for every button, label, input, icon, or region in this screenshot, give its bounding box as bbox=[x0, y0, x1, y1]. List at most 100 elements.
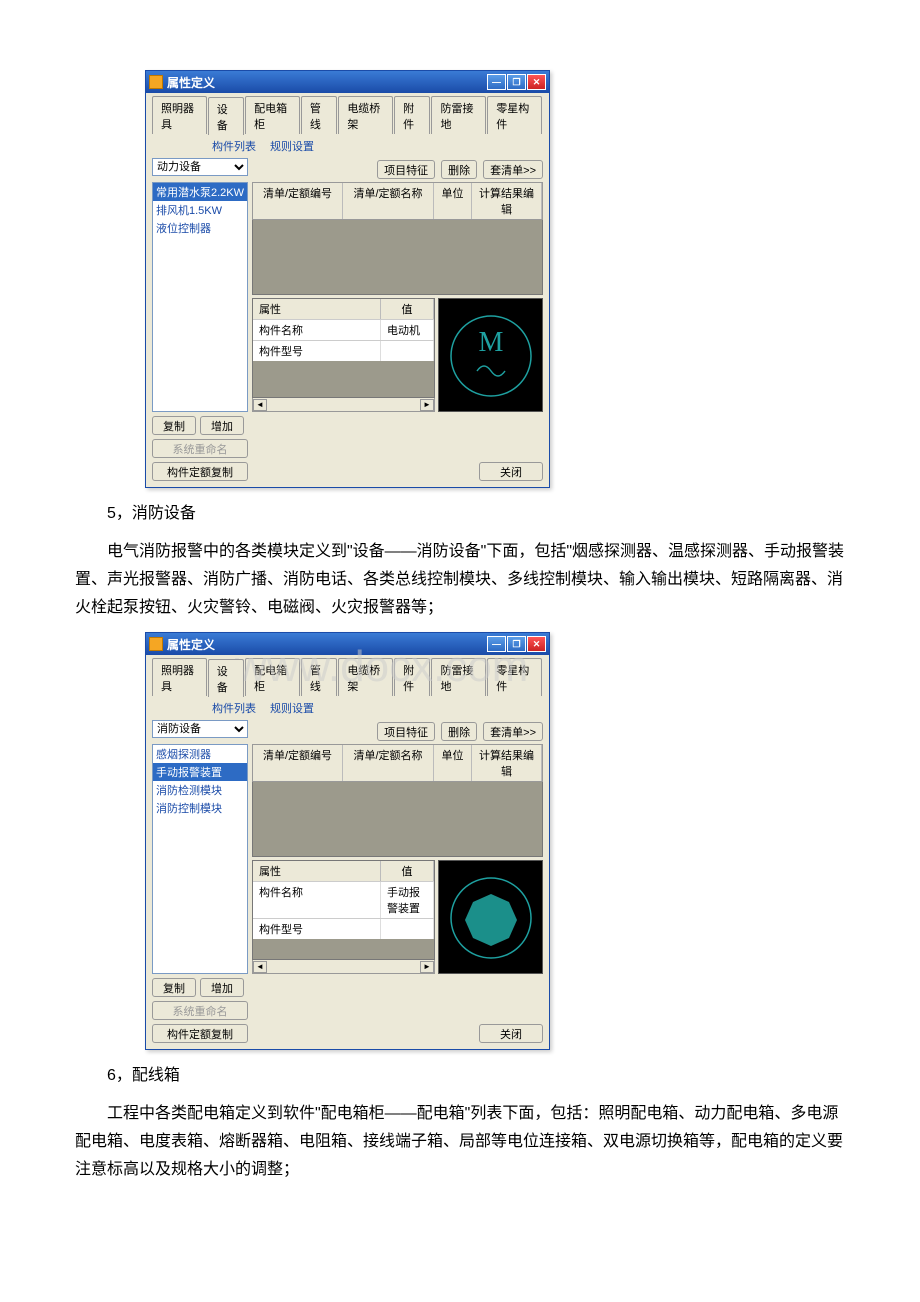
title-bar[interactable]: 属性定义 — ❐ ✕ bbox=[146, 633, 549, 655]
dialog-body: 照明器具 设备 配电箱柜 管线 电缆桥架 附件 防雷接地 零星构件 构件列表 规… bbox=[146, 93, 549, 487]
copy-button[interactable]: 复制 bbox=[152, 978, 196, 997]
preview-pane bbox=[438, 860, 543, 974]
component-copy-button[interactable]: 构件定额复制 bbox=[152, 462, 248, 481]
app-icon bbox=[149, 637, 163, 651]
property-grid[interactable]: 属性 值 构件名称 手动报警装置 构件型号 bbox=[252, 860, 435, 960]
prop-row: 构件名称 手动报警装置 bbox=[253, 881, 434, 918]
motor-icon: M bbox=[439, 299, 544, 413]
col-unit: 单位 bbox=[434, 745, 472, 781]
sublabel-rules[interactable]: 规则设置 bbox=[270, 700, 314, 716]
component-list[interactable]: 常用潜水泵2.2KW 排风机1.5KW 液位控制器 bbox=[152, 182, 248, 412]
close-button[interactable]: ✕ bbox=[527, 74, 546, 90]
project-feature-button[interactable]: 项目特征 bbox=[377, 160, 435, 179]
prop-col-attr: 属性 bbox=[253, 861, 381, 881]
list-item[interactable]: 液位控制器 bbox=[153, 219, 247, 237]
tab-lightning[interactable]: 防雷接地 bbox=[431, 96, 486, 134]
add-button[interactable]: 增加 bbox=[200, 416, 244, 435]
delete-button[interactable]: 删除 bbox=[441, 160, 477, 179]
section-heading-5: 5，消防设备 bbox=[75, 500, 845, 528]
dialog-body: 照明器具 设备 配电箱柜 管线 电缆桥架 附件 防雷接地 零星构件 构件列表 规… bbox=[146, 655, 549, 1049]
preview-pane: M bbox=[438, 298, 543, 412]
close-dialog-button[interactable]: 关闭 bbox=[479, 462, 543, 481]
window-title: 属性定义 bbox=[167, 636, 215, 653]
maximize-button[interactable]: ❐ bbox=[507, 74, 526, 90]
prop-row: 构件型号 bbox=[253, 340, 434, 361]
main-tabs: 照明器具 设备 配电箱柜 管线 电缆桥架 附件 防雷接地 零星构件 bbox=[152, 658, 543, 696]
list-item[interactable]: 消防检测模块 bbox=[153, 781, 247, 799]
minimize-button[interactable]: — bbox=[487, 74, 506, 90]
tab-accessory[interactable]: 附件 bbox=[394, 96, 430, 134]
rename-button: 系统重命名 bbox=[152, 1001, 248, 1020]
sublabel-list[interactable]: 构件列表 bbox=[212, 700, 256, 716]
minimize-button[interactable]: — bbox=[487, 636, 506, 652]
rename-button: 系统重命名 bbox=[152, 439, 248, 458]
tab-lighting[interactable]: 照明器具 bbox=[152, 96, 207, 134]
svg-text:M: M bbox=[479, 327, 504, 358]
sub-row: 构件列表 规则设置 bbox=[212, 700, 543, 716]
app-icon bbox=[149, 75, 163, 89]
section-heading-6: 6，配线箱 bbox=[75, 1062, 845, 1090]
list-item[interactable]: 消防控制模块 bbox=[153, 799, 247, 817]
list-item[interactable]: 排风机1.5KW bbox=[153, 201, 247, 219]
col-name: 清单/定额名称 bbox=[343, 183, 434, 219]
category-select[interactable]: 消防设备 bbox=[152, 720, 248, 738]
tab-lightning[interactable]: 防雷接地 bbox=[431, 658, 486, 696]
tab-tray[interactable]: 电缆桥架 bbox=[338, 96, 393, 134]
main-tabs: 照明器具 设备 配电箱柜 管线 电缆桥架 附件 防雷接地 零星构件 bbox=[152, 96, 543, 134]
close-dialog-button[interactable]: 关闭 bbox=[479, 1024, 543, 1043]
grid-header: 清单/定额编号 清单/定额名称 单位 计算结果编辑 bbox=[252, 182, 543, 220]
title-bar[interactable]: 属性定义 — ❐ ✕ bbox=[146, 71, 549, 93]
component-list[interactable]: 感烟探测器 手动报警装置 消防检测模块 消防控制模块 bbox=[152, 744, 248, 974]
grid-body[interactable] bbox=[252, 220, 543, 295]
tab-device[interactable]: 设备 bbox=[208, 97, 244, 135]
prop-col-val: 值 bbox=[381, 861, 434, 881]
prop-col-attr: 属性 bbox=[253, 299, 381, 319]
maximize-button[interactable]: ❐ bbox=[507, 636, 526, 652]
dialog-1: 属性定义 — ❐ ✕ 照明器具 设备 配电箱柜 管线 电缆桥架 附件 防雷接地 … bbox=[145, 70, 550, 488]
category-select[interactable]: 动力设备 bbox=[152, 158, 248, 176]
tab-misc[interactable]: 零星构件 bbox=[487, 96, 542, 134]
h-scrollbar[interactable]: ◄► bbox=[252, 960, 435, 974]
grid-header: 清单/定额编号 清单/定额名称 单位 计算结果编辑 bbox=[252, 744, 543, 782]
close-button[interactable]: ✕ bbox=[527, 636, 546, 652]
project-feature-button[interactable]: 项目特征 bbox=[377, 722, 435, 741]
col-code: 清单/定额编号 bbox=[253, 745, 343, 781]
add-button[interactable]: 增加 bbox=[200, 978, 244, 997]
alarm-icon bbox=[439, 861, 544, 975]
tab-tray[interactable]: 电缆桥架 bbox=[338, 658, 393, 696]
property-grid[interactable]: 属性 值 构件名称 电动机 构件型号 bbox=[252, 298, 435, 398]
component-copy-button[interactable]: 构件定额复制 bbox=[152, 1024, 248, 1043]
list-item[interactable]: 手动报警装置 bbox=[153, 763, 247, 781]
tab-conduit[interactable]: 管线 bbox=[301, 96, 337, 134]
col-name: 清单/定额名称 bbox=[343, 745, 434, 781]
full-list-button[interactable]: 套清单>> bbox=[483, 722, 543, 741]
prop-row: 构件型号 bbox=[253, 918, 434, 939]
col-code: 清单/定额编号 bbox=[253, 183, 343, 219]
tab-conduit[interactable]: 管线 bbox=[301, 658, 337, 696]
tab-cabinet[interactable]: 配电箱柜 bbox=[245, 658, 300, 696]
h-scrollbar[interactable]: ◄► bbox=[252, 398, 435, 412]
sublabel-rules[interactable]: 规则设置 bbox=[270, 138, 314, 154]
copy-button[interactable]: 复制 bbox=[152, 416, 196, 435]
prop-row: 构件名称 电动机 bbox=[253, 319, 434, 340]
tab-cabinet[interactable]: 配电箱柜 bbox=[245, 96, 300, 134]
list-item[interactable]: 常用潜水泵2.2KW bbox=[153, 183, 247, 201]
col-calc: 计算结果编辑 bbox=[472, 745, 542, 781]
col-calc: 计算结果编辑 bbox=[472, 183, 542, 219]
paragraph-5: 电气消防报警中的各类模块定义到"设备——消防设备"下面，包括"烟感探测器、温感探… bbox=[75, 538, 845, 622]
window-title: 属性定义 bbox=[167, 74, 215, 91]
list-item[interactable]: 感烟探测器 bbox=[153, 745, 247, 763]
paragraph-6: 工程中各类配电箱定义到软件"配电箱柜——配电箱"列表下面，包括：照明配电箱、动力… bbox=[75, 1100, 845, 1184]
grid-body[interactable] bbox=[252, 782, 543, 857]
full-list-button[interactable]: 套清单>> bbox=[483, 160, 543, 179]
tab-lighting[interactable]: 照明器具 bbox=[152, 658, 207, 696]
col-unit: 单位 bbox=[434, 183, 472, 219]
sub-row: 构件列表 规则设置 bbox=[212, 138, 543, 154]
delete-button[interactable]: 删除 bbox=[441, 722, 477, 741]
sublabel-list[interactable]: 构件列表 bbox=[212, 138, 256, 154]
tab-accessory[interactable]: 附件 bbox=[394, 658, 430, 696]
tab-device[interactable]: 设备 bbox=[208, 659, 244, 697]
prop-col-val: 值 bbox=[381, 299, 434, 319]
tab-misc[interactable]: 零星构件 bbox=[487, 658, 542, 696]
dialog-2: 属性定义 — ❐ ✕ 照明器具 设备 配电箱柜 管线 电缆桥架 附件 防雷接地 … bbox=[145, 632, 550, 1050]
